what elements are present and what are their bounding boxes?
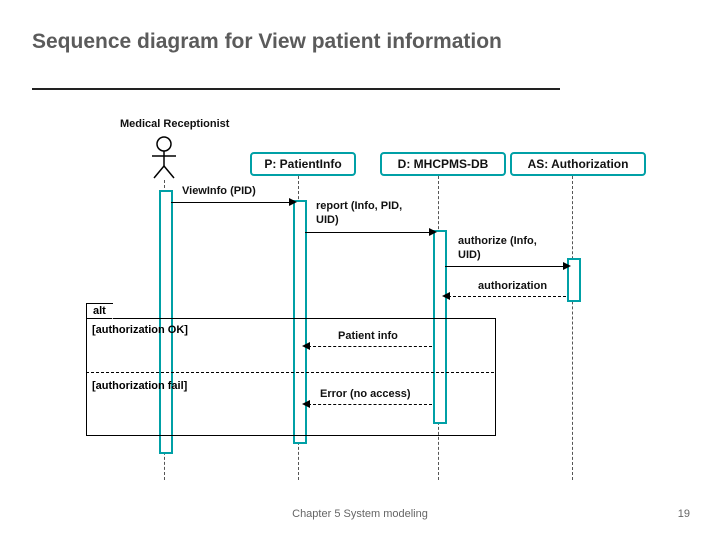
arrowhead-error [302,400,310,408]
slide-title: Sequence diagram for View patient inform… [32,30,502,54]
actor-label: Medical Receptionist [120,118,229,130]
msg-report-1: report (Info, PID, [316,200,402,212]
arrowhead-authorize [563,262,571,270]
arrowhead-authorization [442,292,450,300]
footer-text: Chapter 5 System modeling [0,508,720,520]
msg-authorization: authorization [478,280,547,292]
arrow-error [308,404,432,405]
lifeline-as [572,176,573,480]
actor-icon [150,136,178,180]
guard-fail: [authorization fail] [92,380,187,392]
guard-ok: [authorization OK] [92,324,188,336]
page-number: 19 [678,508,690,520]
arrow-patientinfo [308,346,432,347]
msg-viewinfo: ViewInfo (PID) [182,185,256,197]
object-patientinfo: P: PatientInfo [250,152,356,176]
arrowhead-report [429,228,437,236]
title-underline [32,88,560,90]
msg-patientinfo: Patient info [338,330,398,342]
arrow-report [305,232,431,233]
alt-tag: alt [86,303,113,318]
arrow-authorize [445,266,565,267]
alt-divider [86,372,494,373]
arrow-viewinfo [171,202,291,203]
object-as: AS: Authorization [510,152,646,176]
msg-report-2: UID) [316,214,339,226]
arrowhead-viewinfo [289,198,297,206]
msg-authorize-2: UID) [458,249,481,261]
arrow-authorization [448,296,566,297]
msg-authorize-1: authorize (Info, [458,235,537,247]
msg-error: Error (no access) [320,388,410,400]
object-db: D: MHCPMS-DB [380,152,506,176]
sequence-diagram: Medical Receptionist P: PatientInfo D: M… [90,140,650,480]
arrowhead-patientinfo [302,342,310,350]
